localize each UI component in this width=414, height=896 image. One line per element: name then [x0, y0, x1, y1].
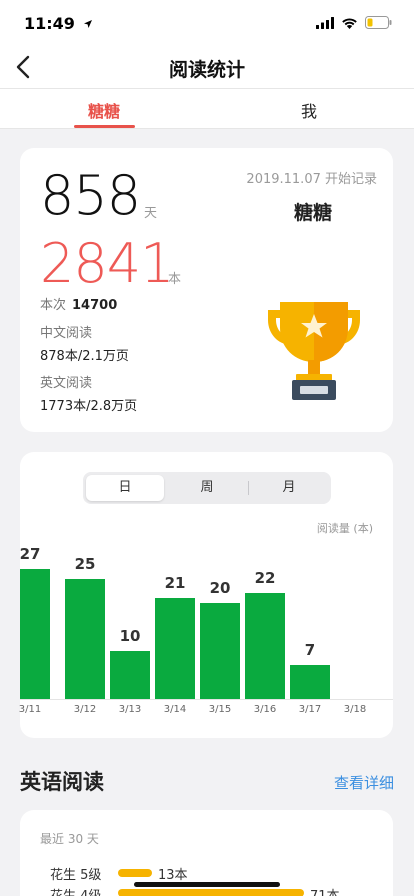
english-reading-value: 1773本/2.8万页: [40, 399, 138, 414]
chart-bar: [155, 598, 195, 699]
bar-value-label: 25: [74, 555, 96, 573]
english-reading-label: 英文阅读: [40, 376, 93, 391]
x-tick-label: 3/12: [73, 704, 97, 715]
x-tick-label: 3/13: [118, 704, 142, 715]
x-tick-label: 3/11: [18, 704, 42, 715]
status-time: 11:49: [24, 14, 93, 33]
tab-tangtang[interactable]: 糖糖: [44, 98, 164, 122]
segment-divider: [248, 481, 249, 495]
level-value: 71本: [310, 885, 340, 896]
reader-name: 糖糖: [293, 202, 332, 224]
summary-card: 858 天 2841 本 本次 14700 中文阅读 878本/2.1万页 英文阅…: [20, 148, 393, 432]
level-bar: [118, 889, 304, 896]
status-indicators: [316, 16, 392, 29]
x-tick-label: 3/18: [343, 704, 367, 715]
chinese-reading-label: 中文阅读: [40, 326, 93, 341]
chart-unit-label: 阅读量 (本): [316, 522, 373, 535]
bar-value-label: 22: [254, 569, 276, 587]
home-indicator: [134, 882, 280, 887]
x-tick-label: 3/16: [253, 704, 277, 715]
level-bar: [118, 869, 152, 877]
active-tab-indicator: [74, 125, 135, 128]
location-arrow-icon: [83, 20, 92, 28]
x-tick-label: 3/14: [163, 704, 187, 715]
chart-bar: [200, 603, 240, 699]
chart-bar: [290, 665, 330, 699]
chart-bar: [65, 579, 105, 699]
level-label: 花生 5级: [50, 868, 102, 883]
status-bar: 11:49: [0, 0, 414, 46]
total-books-count: 2841: [40, 232, 174, 295]
bar-value-label: 27: [19, 545, 41, 563]
chart-bar: [20, 569, 50, 699]
bar-value-label: 21: [164, 574, 186, 592]
bar-value-label: 20: [209, 579, 231, 597]
x-tick-label: 3/15: [208, 704, 232, 715]
session-value: 14700: [72, 298, 118, 313]
bar-value-label: 10: [119, 627, 141, 645]
segment-month[interactable]: 月: [250, 475, 328, 501]
user-tabs: 糖糖 我: [0, 88, 414, 129]
days-unit: 天: [144, 206, 158, 221]
chart-bar: [110, 651, 150, 699]
chart-baseline: [20, 699, 393, 700]
session-label: 本次: [40, 298, 67, 313]
bar-value-label: 7: [304, 641, 316, 659]
signal-icon: [316, 16, 334, 29]
chinese-reading-value: 878本/2.1万页: [40, 349, 129, 364]
page-title: 阅读统计: [168, 59, 245, 81]
tab-me[interactable]: 我: [249, 98, 369, 122]
view-details-link[interactable]: 查看详细: [334, 772, 394, 793]
status-time-text: 11:49: [24, 14, 75, 33]
battery-icon: [365, 16, 392, 29]
chart-bar: [245, 593, 285, 699]
segment-week[interactable]: 周: [168, 475, 246, 501]
session-stat: 本次 14700: [40, 294, 117, 313]
navigation-bar: 阅读统计: [0, 46, 414, 88]
english-section-title: 英语阅读: [20, 770, 104, 794]
x-tick-label: 3/17: [298, 704, 322, 715]
segment-day[interactable]: 日: [86, 475, 164, 501]
recent-period-label: 最近 30 天: [40, 832, 99, 846]
level-value: 13本: [158, 868, 188, 883]
wifi-icon: [342, 17, 357, 29]
reading-days-count: 858: [40, 164, 141, 227]
trophy-icon: [268, 302, 360, 400]
level-label: 花生 4级: [50, 885, 101, 896]
books-unit: 本: [168, 272, 182, 287]
start-record-date: 2019.11.07 开始记录: [246, 172, 377, 187]
period-segmented-control: 日 周 月: [83, 472, 331, 504]
